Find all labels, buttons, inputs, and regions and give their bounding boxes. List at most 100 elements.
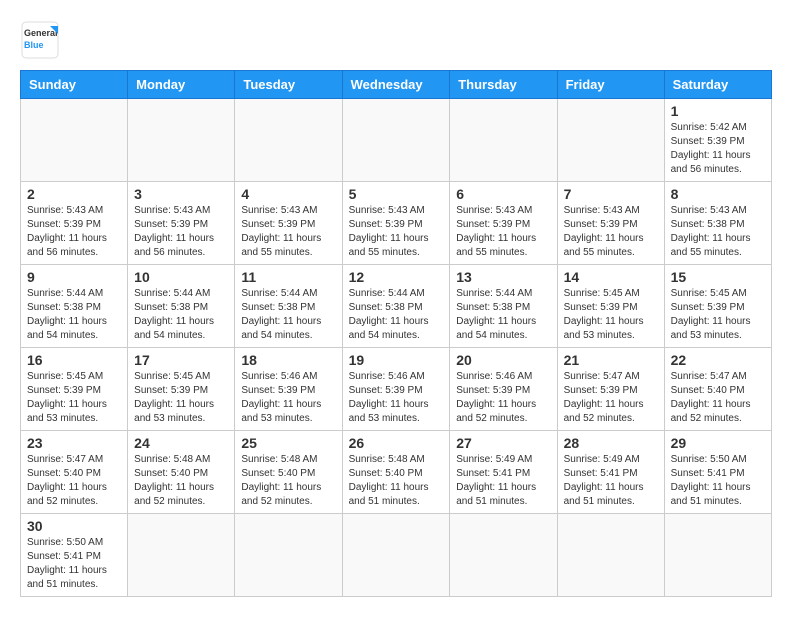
- day-number: 23: [27, 435, 121, 451]
- day-info: Sunrise: 5:45 AMSunset: 5:39 PMDaylight:…: [671, 287, 765, 343]
- day-cell: 15 Sunrise: 5:45 AMSunset: 5:39 PMDayligh…: [664, 265, 771, 348]
- column-header-saturday: Saturday: [664, 71, 771, 99]
- day-cell: 25Sunrise: 5:48 AMSunset: 5:40 PMDayligh…: [235, 431, 342, 514]
- day-cell: 2 Sunrise: 5:43 AMSunset: 5:39 PMDaylight…: [21, 182, 128, 265]
- day-cell: 6 Sunrise: 5:43 AMSunset: 5:39 PMDaylight…: [450, 182, 557, 265]
- day-cell: 17 Sunrise: 5:45 AMSunset: 5:39 PMDayligh…: [128, 348, 235, 431]
- day-cell: 28 Sunrise: 5:49 AMSunset: 5:41 PMDayligh…: [557, 431, 664, 514]
- day-number: 22: [671, 352, 765, 368]
- day-number: 10: [134, 269, 228, 285]
- day-number: 11: [241, 269, 335, 285]
- day-number: 25: [241, 435, 335, 451]
- day-number: 12: [349, 269, 444, 285]
- day-cell: [128, 514, 235, 597]
- day-info: Sunrise: 5:49 AMSunset: 5:41 PMDaylight:…: [564, 453, 658, 509]
- day-cell: 24 Sunrise: 5:48 AMSunset: 5:40 PMDayligh…: [128, 431, 235, 514]
- day-info: Sunrise: 5:43 AMSunset: 5:38 PMDaylight:…: [671, 204, 765, 260]
- day-number: 24: [134, 435, 228, 451]
- day-number: 5: [349, 186, 444, 202]
- day-cell: [342, 99, 450, 182]
- day-cell: 20 Sunrise: 5:46 AMSunset: 5:39 PMDayligh…: [450, 348, 557, 431]
- day-info: Sunrise: 5:50 AMSunset: 5:41 PMDaylight:…: [671, 453, 765, 509]
- day-number: 15: [671, 269, 765, 285]
- day-number: 2: [27, 186, 121, 202]
- day-cell: 4 Sunrise: 5:43 AMSunset: 5:39 PMDaylight…: [235, 182, 342, 265]
- day-cell: 29 Sunrise: 5:50 AMSunset: 5:41 PMDayligh…: [664, 431, 771, 514]
- day-cell: [664, 514, 771, 597]
- day-number: 9: [27, 269, 121, 285]
- day-number: 3: [134, 186, 228, 202]
- day-cell: 3 Sunrise: 5:43 AMSunset: 5:39 PMDaylight…: [128, 182, 235, 265]
- day-info: Sunrise: 5:43 AMSunset: 5:39 PMDaylight:…: [134, 204, 228, 260]
- week-row-6: 30 Sunrise: 5:50 AMSunset: 5:41 PMDayligh…: [21, 514, 772, 597]
- logo-graphic: General Blue: [20, 20, 60, 60]
- day-info: Sunrise: 5:45 AMSunset: 5:39 PMDaylight:…: [134, 370, 228, 426]
- day-number: 8: [671, 186, 765, 202]
- day-info: Sunrise: 5:43 AMSunset: 5:39 PMDaylight:…: [241, 204, 335, 260]
- day-cell: 10 Sunrise: 5:44 AMSunset: 5:38 PMDayligh…: [128, 265, 235, 348]
- day-number: 27: [456, 435, 550, 451]
- day-cell: 18Sunrise: 5:46 AMSunset: 5:39 PMDayligh…: [235, 348, 342, 431]
- day-info: Sunrise: 5:43 AMSunset: 5:39 PMDaylight:…: [27, 204, 121, 260]
- day-cell: [557, 99, 664, 182]
- day-number: 30: [27, 518, 121, 534]
- day-number: 28: [564, 435, 658, 451]
- week-row-4: 16 Sunrise: 5:45 AMSunset: 5:39 PMDayligh…: [21, 348, 772, 431]
- header: General Blue: [20, 20, 772, 60]
- week-row-5: 23 Sunrise: 5:47 AMSunset: 5:40 PMDayligh…: [21, 431, 772, 514]
- day-cell: 16 Sunrise: 5:45 AMSunset: 5:39 PMDayligh…: [21, 348, 128, 431]
- day-info: Sunrise: 5:49 AMSunset: 5:41 PMDaylight:…: [456, 453, 550, 509]
- day-number: 4: [241, 186, 335, 202]
- svg-text:General: General: [24, 28, 58, 38]
- column-header-wednesday: Wednesday: [342, 71, 450, 99]
- day-number: 1: [671, 103, 765, 119]
- day-info: Sunrise: 5:47 AMSunset: 5:39 PMDaylight:…: [564, 370, 658, 426]
- day-number: 19: [349, 352, 444, 368]
- day-info: Sunrise: 5:44 AMSunset: 5:38 PMDaylight:…: [134, 287, 228, 343]
- day-number: 6: [456, 186, 550, 202]
- day-cell: 1Sunrise: 5:42 AMSunset: 5:39 PMDaylight…: [664, 99, 771, 182]
- day-cell: 11 Sunrise: 5:44 AMSunset: 5:38 PMDayligh…: [235, 265, 342, 348]
- day-cell: 27 Sunrise: 5:49 AMSunset: 5:41 PMDayligh…: [450, 431, 557, 514]
- day-cell: [557, 514, 664, 597]
- day-info: Sunrise: 5:43 AMSunset: 5:39 PMDaylight:…: [456, 204, 550, 260]
- day-cell: [235, 99, 342, 182]
- day-number: 20: [456, 352, 550, 368]
- day-info: Sunrise: 5:48 AMSunset: 5:40 PMDaylight:…: [349, 453, 444, 509]
- day-info: Sunrise: 5:43 AMSunset: 5:39 PMDaylight:…: [349, 204, 444, 260]
- day-info: Sunrise: 5:47 AMSunset: 5:40 PMDaylight:…: [671, 370, 765, 426]
- day-cell: 14Sunrise: 5:45 AMSunset: 5:39 PMDayligh…: [557, 265, 664, 348]
- day-number: 7: [564, 186, 658, 202]
- day-info: Sunrise: 5:50 AMSunset: 5:41 PMDaylight:…: [27, 536, 121, 592]
- column-header-monday: Monday: [128, 71, 235, 99]
- day-cell: [450, 514, 557, 597]
- day-number: 17: [134, 352, 228, 368]
- day-number: 14: [564, 269, 658, 285]
- day-cell: 5 Sunrise: 5:43 AMSunset: 5:39 PMDaylight…: [342, 182, 450, 265]
- day-info: Sunrise: 5:44 AMSunset: 5:38 PMDaylight:…: [27, 287, 121, 343]
- day-cell: 21Sunrise: 5:47 AMSunset: 5:39 PMDayligh…: [557, 348, 664, 431]
- day-info: Sunrise: 5:44 AMSunset: 5:38 PMDaylight:…: [349, 287, 444, 343]
- header-row: SundayMondayTuesdayWednesdayThursdayFrid…: [21, 71, 772, 99]
- logo: General Blue: [20, 20, 60, 60]
- day-info: Sunrise: 5:46 AMSunset: 5:39 PMDaylight:…: [349, 370, 444, 426]
- column-header-friday: Friday: [557, 71, 664, 99]
- day-number: 26: [349, 435, 444, 451]
- day-cell: 12 Sunrise: 5:44 AMSunset: 5:38 PMDayligh…: [342, 265, 450, 348]
- column-header-tuesday: Tuesday: [235, 71, 342, 99]
- day-cell: [342, 514, 450, 597]
- day-info: Sunrise: 5:46 AMSunset: 5:39 PMDaylight:…: [456, 370, 550, 426]
- day-info: Sunrise: 5:48 AMSunset: 5:40 PMDaylight:…: [134, 453, 228, 509]
- day-cell: 9 Sunrise: 5:44 AMSunset: 5:38 PMDaylight…: [21, 265, 128, 348]
- day-number: 29: [671, 435, 765, 451]
- day-info: Sunrise: 5:44 AMSunset: 5:38 PMDaylight:…: [241, 287, 335, 343]
- day-number: 16: [27, 352, 121, 368]
- svg-text:Blue: Blue: [24, 40, 44, 50]
- day-info: Sunrise: 5:45 AMSunset: 5:39 PMDaylight:…: [27, 370, 121, 426]
- day-cell: 8 Sunrise: 5:43 AMSunset: 5:38 PMDaylight…: [664, 182, 771, 265]
- day-info: Sunrise: 5:47 AMSunset: 5:40 PMDaylight:…: [27, 453, 121, 509]
- day-cell: 7Sunrise: 5:43 AMSunset: 5:39 PMDaylight…: [557, 182, 664, 265]
- logo-container: General Blue: [20, 20, 60, 60]
- day-cell: [450, 99, 557, 182]
- day-number: 13: [456, 269, 550, 285]
